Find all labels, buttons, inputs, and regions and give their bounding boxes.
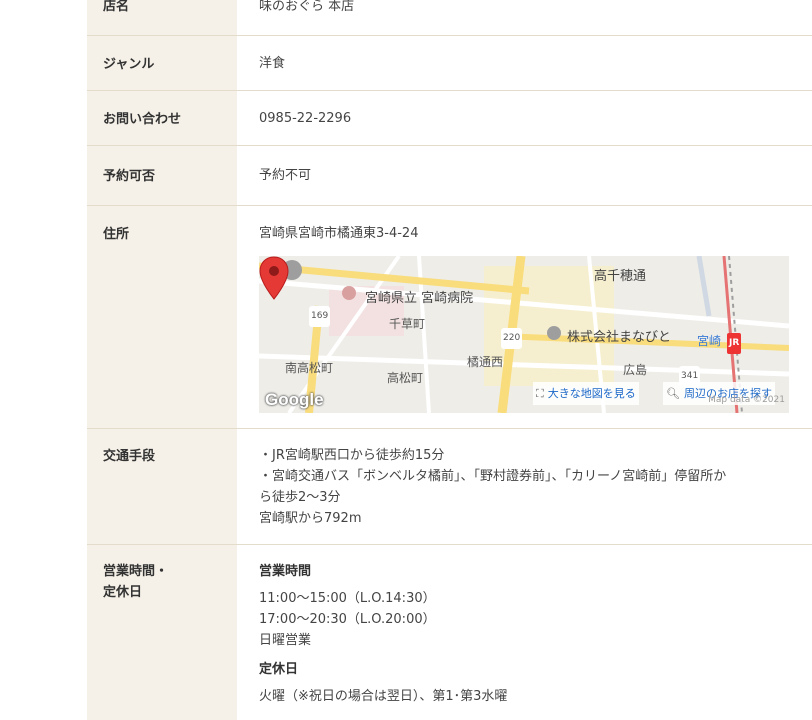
map-label-takamatsu: 高松町 bbox=[387, 371, 424, 385]
store-info-table: 店名 味のおぐら 本店 ジャンル 洋食 お問い合わせ 0985-22-2296 … bbox=[87, 0, 812, 720]
value-genre: 洋食 bbox=[259, 56, 286, 71]
value-address: 宮崎県宮崎市橘通東3-4-24 bbox=[259, 226, 419, 241]
label-reservation: 予約可否 bbox=[87, 146, 237, 205]
row-hours: 営業時間・ 定休日 営業時間 11:00～15:00（L.O.14:30） 17… bbox=[87, 545, 812, 720]
label-access: 交通手段 bbox=[87, 429, 237, 544]
value-reservation: 予約不可 bbox=[259, 168, 312, 183]
row-genre: ジャンル 洋食 bbox=[87, 36, 812, 91]
label-hours-line1: 営業時間・ bbox=[103, 564, 169, 579]
row-access: 交通手段 ・JR宮崎駅西口から徒歩約15分 ・宮崎交通バス「ボンベルタ橘前」、「… bbox=[87, 429, 812, 545]
closed-heading: 定休日 bbox=[259, 662, 299, 677]
value-store-name: 味のおぐら 本店 bbox=[259, 0, 355, 14]
address-cell: 宮崎県宮崎市橘通東3-4-24 高千穂通 宮崎県立 宮崎病院 千草町 株式会社ま… bbox=[237, 206, 812, 428]
label-hours: 営業時間・ 定休日 bbox=[87, 545, 237, 720]
hours-line: 17:00～20:30（L.O.20:00） bbox=[259, 612, 436, 627]
closed-value: 火曜（※祝日の場合は翌日）、第1･第3水曜 bbox=[259, 689, 508, 704]
google-logo: Google bbox=[265, 390, 324, 409]
expand-map-icon: ⛶ bbox=[536, 387, 544, 400]
map-label-hiroshima: 広島 bbox=[623, 363, 648, 377]
label-store-name: 店名 bbox=[87, 0, 237, 35]
label-address: 住所 bbox=[87, 206, 237, 428]
route-220-shield: 220 bbox=[501, 328, 523, 349]
map-embed[interactable]: 高千穂通 宮崎県立 宮崎病院 千草町 株式会社まなびと 宮崎 JR 南高松町 橘… bbox=[259, 256, 789, 413]
access-cell: ・JR宮崎駅西口から徒歩約15分 ・宮崎交通バス「ボンベルタ橘前」、「野村證券前… bbox=[237, 429, 812, 544]
row-store-name: 店名 味のおぐら 本店 bbox=[87, 0, 812, 36]
access-line: 宮崎駅から792m bbox=[259, 511, 362, 526]
hours-cell: 営業時間 11:00～15:00（L.O.14:30） 17:00～20:30（… bbox=[237, 545, 812, 720]
jr-icon: JR bbox=[727, 333, 742, 354]
search-icon: 🔍︎ bbox=[666, 387, 680, 400]
route-169-shield: 169 bbox=[309, 306, 331, 327]
map-label-miyazaki-station: 宮崎 bbox=[697, 334, 722, 348]
access-line: ・JR宮崎駅西口から徒歩約15分 bbox=[259, 448, 445, 463]
value-phone[interactable]: 0985-22-2296 bbox=[237, 91, 812, 145]
hours-line: 日曜営業 bbox=[259, 633, 312, 648]
access-line: ら徒歩2～3分 bbox=[259, 490, 341, 505]
map-pin-icon[interactable] bbox=[259, 256, 289, 300]
big-map-link-label: 大きな地図を見る bbox=[547, 387, 636, 400]
label-hours-line2: 定休日 bbox=[103, 585, 143, 600]
map-label-company: 株式会社まなびと bbox=[567, 330, 672, 345]
hours-heading: 営業時間 bbox=[259, 564, 312, 579]
big-map-link[interactable]: ⛶ 大きな地図を見る bbox=[533, 382, 639, 405]
map-label-chigusa: 千草町 bbox=[389, 317, 426, 331]
map-data-credit: Map data ©2021 bbox=[708, 395, 785, 405]
row-address: 住所 宮崎県宮崎市橘通東3-4-24 高千穂通 宮崎県立 宮崎病院 千草町 株式… bbox=[87, 206, 812, 429]
label-contact: お問い合わせ bbox=[87, 91, 237, 145]
map-label-takachiho: 高千穂通 bbox=[594, 269, 647, 284]
access-line: ・宮崎交通バス「ボンベルタ橘前」、「野村證券前」、「カリーノ宮崎前」停留所か bbox=[259, 469, 727, 484]
row-reservation: 予約可否 予約不可 bbox=[87, 146, 812, 206]
map-label-tachibana: 橘通西 bbox=[467, 355, 504, 369]
hours-line: 11:00～15:00（L.O.14:30） bbox=[259, 591, 436, 606]
label-genre: ジャンル bbox=[87, 36, 237, 90]
map-label-hospital: 宮崎県立 宮崎病院 bbox=[365, 291, 474, 306]
row-contact: お問い合わせ 0985-22-2296 bbox=[87, 91, 812, 146]
map-label-minami: 南高松町 bbox=[285, 361, 334, 375]
